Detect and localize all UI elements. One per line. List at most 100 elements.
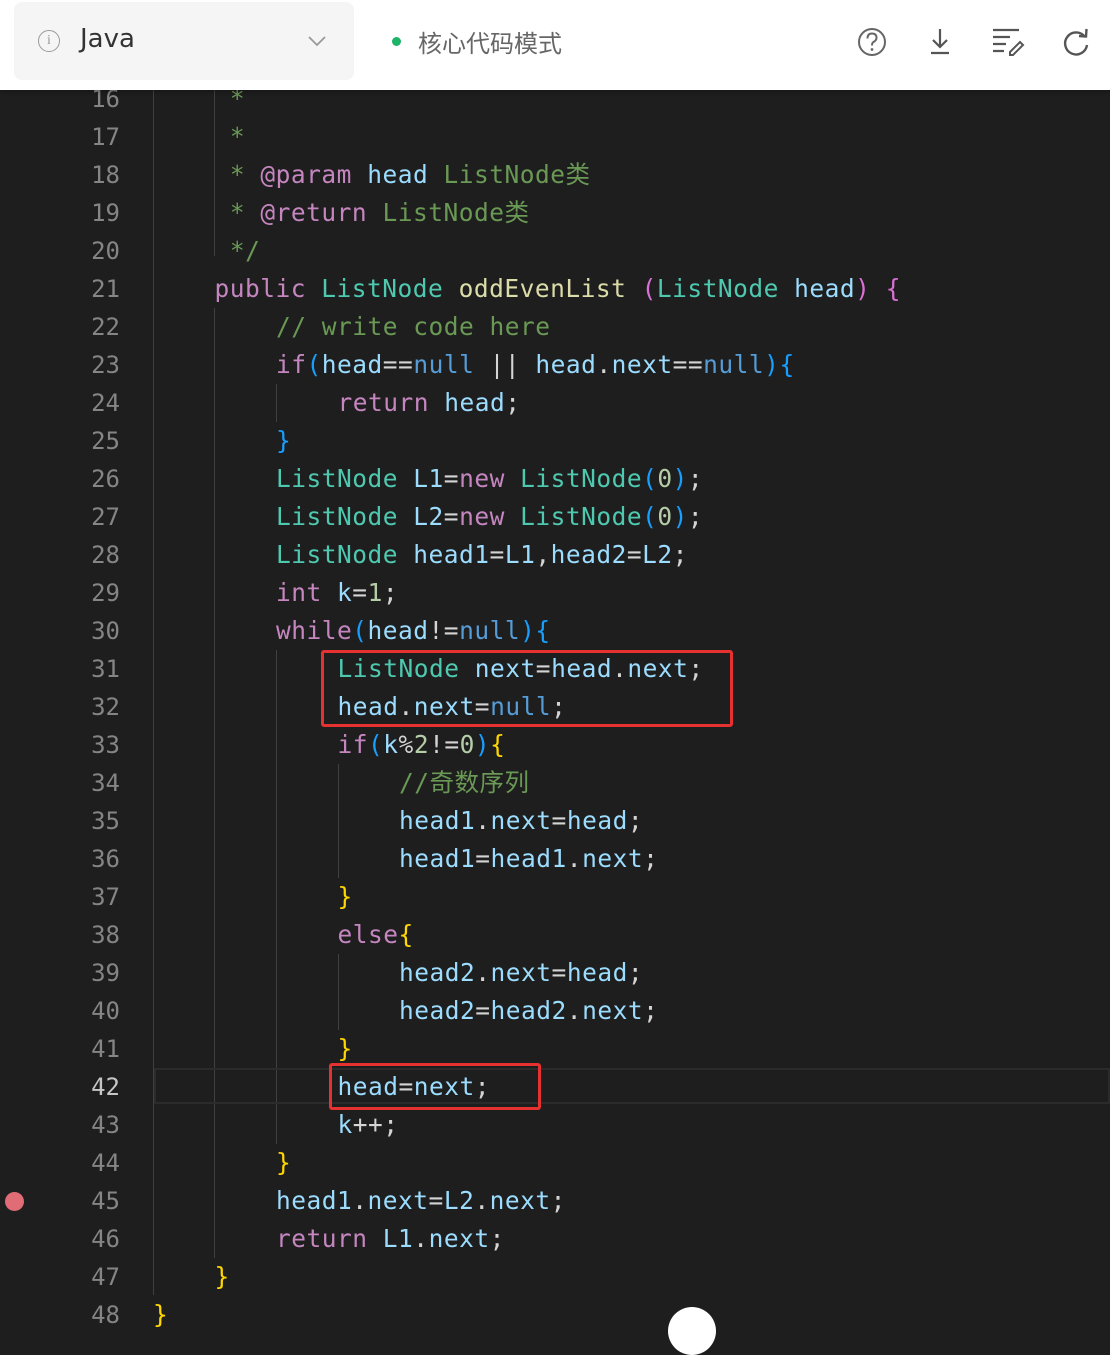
code-text: head1.next=head; bbox=[399, 806, 644, 835]
code-text: } bbox=[276, 1148, 292, 1177]
help-icon[interactable] bbox=[854, 24, 890, 60]
code-mode-indicator[interactable]: 核心代码模式 bbox=[392, 24, 562, 58]
code-text: head2=head2.next; bbox=[399, 996, 659, 1025]
code-text: head1.next=L2.next; bbox=[276, 1186, 566, 1215]
mode-label: 核心代码模式 bbox=[418, 29, 562, 58]
line-number: 32 bbox=[91, 693, 120, 721]
code-line[interactable]: 22 // write code here bbox=[0, 308, 1110, 346]
code-text: if(k%2!=0){ bbox=[337, 730, 506, 759]
line-number: 39 bbox=[91, 959, 120, 987]
annotation-box-line-42 bbox=[329, 1063, 541, 1110]
code-text: } bbox=[337, 882, 353, 911]
annotation-box-lines-31-32 bbox=[321, 650, 733, 727]
line-number: 30 bbox=[91, 617, 120, 645]
language-select[interactable]: i Java bbox=[14, 2, 354, 80]
code-text: * @param head ListNode类 bbox=[229, 160, 591, 189]
code-text: while(head!=null){ bbox=[276, 616, 551, 645]
code-text: ListNode L1=new ListNode(0); bbox=[276, 464, 704, 493]
line-number: 34 bbox=[91, 769, 120, 797]
line-number: 40 bbox=[91, 997, 120, 1025]
code-line[interactable]: 24 return head; bbox=[0, 384, 1110, 422]
code-text: return L1.next; bbox=[276, 1224, 505, 1253]
code-line[interactable]: 41} bbox=[0, 1030, 1110, 1068]
download-icon[interactable] bbox=[922, 24, 958, 60]
line-number: 20 bbox=[91, 237, 120, 265]
line-number: 38 bbox=[91, 921, 120, 949]
line-number: 36 bbox=[91, 845, 120, 873]
code-line[interactable]: 29 int k=1; bbox=[0, 574, 1110, 612]
code-line[interactable]: 26 ListNode L1=new ListNode(0); bbox=[0, 460, 1110, 498]
line-number: 27 bbox=[91, 503, 120, 531]
line-number: 37 bbox=[91, 883, 120, 911]
code-line[interactable]: 19 * @return ListNode类 bbox=[0, 194, 1110, 232]
line-number: 18 bbox=[91, 161, 120, 189]
code-line[interactable]: 30 while(head!=null){ bbox=[0, 612, 1110, 650]
code-line[interactable]: 28 ListNode head1=L1,head2=L2; bbox=[0, 536, 1110, 574]
breakpoint-marker[interactable] bbox=[5, 1192, 24, 1211]
line-number: 28 bbox=[91, 541, 120, 569]
code-text: int k=1; bbox=[276, 578, 399, 607]
code-line[interactable]: 48} bbox=[0, 1296, 1110, 1334]
chevron-down-icon bbox=[308, 36, 326, 47]
line-number: 17 bbox=[91, 123, 120, 151]
code-line[interactable]: 35 head1.next=head; bbox=[0, 802, 1110, 840]
code-line[interactable]: 18 * @param head ListNode类 bbox=[0, 156, 1110, 194]
code-text: ListNode head1=L1,head2=L2; bbox=[276, 540, 688, 569]
code-text: * bbox=[229, 122, 246, 151]
code-text: // write code here bbox=[276, 312, 551, 341]
status-dot-icon bbox=[392, 36, 401, 46]
code-text: } bbox=[153, 1300, 169, 1329]
code-line[interactable]: 40 head2=head2.next; bbox=[0, 992, 1110, 1030]
code-text: } bbox=[276, 426, 292, 455]
line-number: 43 bbox=[91, 1111, 120, 1139]
line-number: 24 bbox=[91, 389, 120, 417]
line-number: 35 bbox=[91, 807, 120, 835]
code-line[interactable]: 43 k++; bbox=[0, 1106, 1110, 1144]
code-text: ListNode L2=new ListNode(0); bbox=[276, 502, 704, 531]
code-line[interactable]: 27 ListNode L2=new ListNode(0); bbox=[0, 498, 1110, 536]
line-number: 33 bbox=[91, 731, 120, 759]
code-text: head2.next=head; bbox=[399, 958, 644, 987]
code-line[interactable]: 38 else{ bbox=[0, 916, 1110, 954]
code-line[interactable]: 44} bbox=[0, 1144, 1110, 1182]
line-number: 44 bbox=[91, 1149, 120, 1177]
code-line[interactable]: 23 if(head==null || head.next==null){ bbox=[0, 346, 1110, 384]
line-number: 21 bbox=[91, 275, 120, 303]
code-line[interactable]: 45 head1.next=L2.next; bbox=[0, 1182, 1110, 1220]
code-line[interactable]: 36 head1=head1.next; bbox=[0, 840, 1110, 878]
line-number: 46 bbox=[91, 1225, 120, 1253]
line-number: 31 bbox=[91, 655, 120, 683]
code-text: */ bbox=[229, 236, 261, 265]
code-text: //奇数序列 bbox=[399, 768, 530, 797]
code-line[interactable]: 37} bbox=[0, 878, 1110, 916]
code-text: k++; bbox=[337, 1110, 399, 1139]
line-number: 22 bbox=[91, 313, 120, 341]
refresh-icon[interactable] bbox=[1058, 24, 1094, 60]
code-text: if(head==null || head.next==null){ bbox=[276, 350, 795, 379]
code-line[interactable]: 20 */ bbox=[0, 232, 1110, 270]
code-line[interactable]: 46 return L1.next; bbox=[0, 1220, 1110, 1258]
line-number: 42 bbox=[91, 1073, 120, 1101]
line-number: 41 bbox=[91, 1035, 120, 1063]
floating-action-button[interactable] bbox=[668, 1307, 716, 1355]
code-editor[interactable]: 16 * 17 * 18 * @param head ListNode类 19 * @retu… bbox=[0, 0, 1110, 1329]
line-number: 26 bbox=[91, 465, 120, 493]
line-number: 48 bbox=[91, 1301, 120, 1329]
code-line[interactable]: 47} bbox=[0, 1258, 1110, 1296]
code-line[interactable]: 42 head=next; bbox=[0, 1068, 1110, 1106]
line-number: 47 bbox=[91, 1263, 120, 1291]
line-number: 19 bbox=[91, 199, 120, 227]
code-line[interactable]: 34 //奇数序列 bbox=[0, 764, 1110, 802]
code-line[interactable]: 25} bbox=[0, 422, 1110, 460]
code-line[interactable]: 17 * bbox=[0, 118, 1110, 156]
line-number: 29 bbox=[91, 579, 120, 607]
editor-toolbar: i Java 核心代码模式 bbox=[0, 0, 1110, 90]
code-line[interactable]: 21 public ListNode oddEvenList (ListNode … bbox=[0, 270, 1110, 308]
code-text: head1=head1.next; bbox=[399, 844, 659, 873]
code-line[interactable]: 33 if(k%2!=0){ bbox=[0, 726, 1110, 764]
line-number: 23 bbox=[91, 351, 120, 379]
code-line[interactable]: 39 head2.next=head; bbox=[0, 954, 1110, 992]
language-label: Java bbox=[80, 24, 135, 54]
code-text: } bbox=[214, 1262, 230, 1291]
format-icon[interactable] bbox=[990, 24, 1026, 60]
